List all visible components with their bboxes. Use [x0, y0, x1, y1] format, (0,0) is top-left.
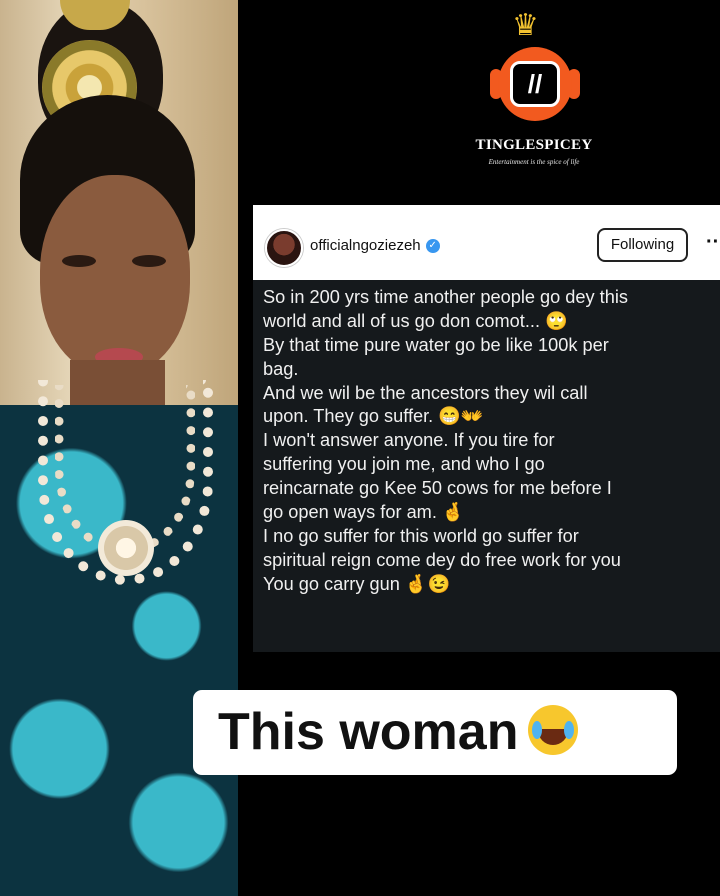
- post-header: officialngoziezeh ✓ Following ··: [253, 205, 720, 280]
- following-button[interactable]: Following: [597, 228, 688, 262]
- tears-of-joy-emoji-icon: [528, 705, 579, 755]
- face: [40, 175, 190, 375]
- caption-box: This woman: [193, 690, 677, 775]
- post-line: I no go suffer for this world go suffer …: [263, 525, 579, 546]
- post-line: world and all of us go don comot... 🙄: [263, 310, 568, 331]
- post-text: So in 200 yrs time another people go dey…: [263, 286, 720, 597]
- necklace-pendant: [98, 520, 154, 576]
- caption-text: This woman: [218, 703, 579, 761]
- post-line: upon. They go suffer. 😁👐: [263, 406, 484, 427]
- post-line: go open ways for am. 🤞: [263, 502, 465, 523]
- verified-badge-icon: ✓: [425, 239, 440, 254]
- caption-label: This woman: [218, 703, 519, 761]
- more-options-icon[interactable]: ··: [706, 231, 719, 254]
- crown-icon: ♛: [512, 9, 539, 42]
- post-line: So in 200 yrs time another people go dey…: [263, 287, 628, 307]
- username[interactable]: officialngoziezeh ✓: [310, 237, 440, 254]
- left-eye: [62, 255, 96, 267]
- brand-tagline: Entertainment is the spice of life: [488, 158, 580, 166]
- right-eye: [132, 255, 166, 267]
- post-body: So in 200 yrs time another people go dey…: [253, 280, 720, 652]
- tinglespicey-logo: ♛ // TINGLESPICEY Entertainment is the s…: [468, 5, 618, 180]
- brand-name: TINGLESPICEY: [475, 137, 593, 153]
- avatar[interactable]: [265, 229, 303, 267]
- post-line: By that time pure water go be like 100k …: [263, 334, 609, 355]
- tv-screen-mark: //: [510, 61, 560, 107]
- post-line: And we wil be the ancestors they wil cal…: [263, 382, 588, 403]
- post-line: spiritual reign come dey do free work fo…: [263, 549, 621, 570]
- post-line: suffering you join me, and who I go: [263, 454, 545, 475]
- post-line: bag.: [263, 358, 299, 379]
- post-line: reincarnate go Kee 50 cows for me before…: [263, 478, 612, 499]
- post-line: You go carry gun 🤞😉: [263, 573, 451, 594]
- username-text[interactable]: officialngoziezeh: [310, 237, 421, 254]
- post-line: I won't answer anyone. If you tire for: [263, 430, 555, 451]
